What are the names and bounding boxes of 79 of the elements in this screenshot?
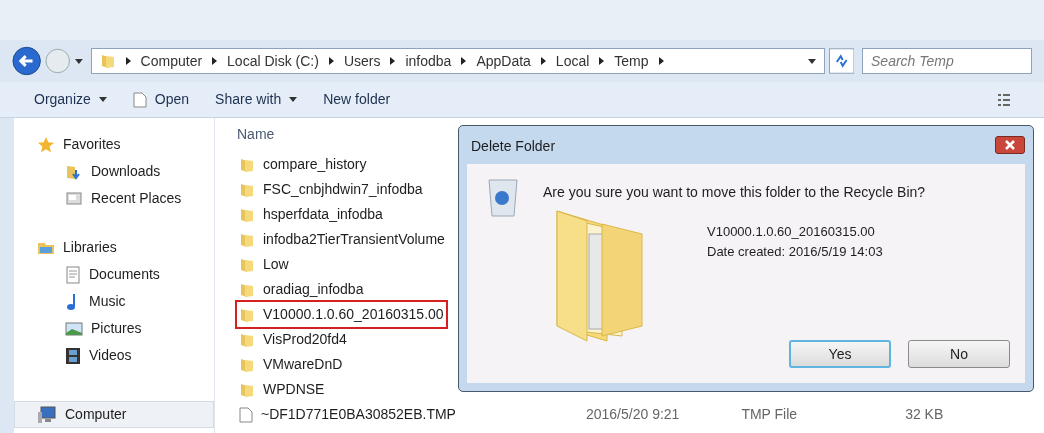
file-row[interactable]: VMwareDnD [237,352,345,377]
file-row[interactable]: WPDNSE [237,377,327,402]
computer-icon [37,405,57,424]
type-cell-text: TMP File [741,405,798,424]
folder-icon [239,206,255,223]
dialog-button[interactable]: Yes [789,340,891,368]
back-arrow-button[interactable] [12,46,42,76]
date-created: Date created: 2016/5/19 14:03 [707,242,883,261]
sidebar-item[interactable]: Libraries [14,234,214,261]
chevron-icon [461,57,467,65]
recent-places-icon [65,189,83,208]
caret-icon [98,97,107,102]
refresh-icon[interactable] [828,48,854,74]
folder-icon [239,181,255,198]
chevron-icon [658,57,664,65]
caret-icon [74,58,83,64]
folder-icon [239,331,255,348]
breadcrumb-item[interactable]: Computer [140,50,203,72]
document-icon [65,265,81,284]
close-button[interactable] [995,136,1025,154]
dialog-button[interactable]: No [908,340,1010,368]
size-cell-text: 32 KB [905,405,944,424]
confirmation-question: Are you sure you want to move this folder to the Recycle Bin? [543,183,926,202]
chevron-icon [599,57,605,65]
recycle-bin-icon [487,176,519,218]
picture-icon [65,320,83,337]
toolbar-button[interactable]: Organize [34,89,107,110]
address-bar[interactable]: Computer Local Disk (C:) Users infodba AppData Local Temp [90,48,825,74]
sidebar-item[interactable]: Recent Places [14,185,214,212]
toolbar-button[interactable]: Open [132,89,190,110]
star-icon [37,135,55,154]
file-row[interactable]: hsperfdata_infodba [237,202,385,227]
folder-icon [239,281,255,298]
toolbar-button[interactable]: New folder [323,89,391,110]
chevron-icon [125,57,131,65]
breadcrumb-item[interactable]: Temp [614,50,649,72]
chevron-icon [540,57,546,65]
sidebar-item[interactable]: Music [14,288,214,315]
close-icon [1005,140,1015,150]
folder-icon [239,256,255,273]
breadcrumb-item[interactable]: AppData [476,50,531,72]
breadcrumb-item[interactable]: Local [555,50,590,72]
file-icon [239,406,253,423]
sidebar-item[interactable]: Documents [14,261,214,288]
file-row[interactable]: V10000.1.0.60_20160315.00 [237,302,446,327]
sidebar-item[interactable]: Computer [14,401,214,428]
folder-icon [239,356,255,373]
breadcrumb-item[interactable]: Local Disk (C:) [227,50,319,72]
file-row[interactable]: VisProd20fd4 [237,327,349,352]
file-row[interactable]: Low [237,252,291,277]
folder-icon [99,53,116,69]
file-row[interactable]: ~DF1D771E0BA30852EB.TMP 2016/5/20 9:21 TMP File 32 KB [237,402,946,427]
folder-icon [239,156,255,173]
file-row[interactable]: FSC_cnbjhdwin7_infodba [237,177,425,202]
sidebar-item[interactable]: Pictures [14,315,214,342]
toolbar-button[interactable]: Share with [215,89,298,110]
caret-icon [289,97,298,102]
chevron-icon [328,57,334,65]
sidebar-item[interactable]: Favorites [14,131,214,158]
search-field[interactable]: Search Temp [862,48,1032,74]
folder-icon [239,231,255,248]
dialog-title: Delete Folder [471,136,556,156]
sidebar-item[interactable]: Videos [14,342,214,369]
breadcrumb-item[interactable]: Users [343,50,381,72]
view-options-icon[interactable] [998,92,1010,107]
sidebar-item[interactable]: Downloads [14,158,214,185]
breadcrumb-item[interactable]: infodba [405,50,452,72]
folder-name: V10000.1.0.60_20160315.00 [707,223,876,241]
chevron-icon [390,57,396,65]
date-cell-text: 2016/5/20 9:21 [585,405,680,424]
chevron-icon [212,57,218,65]
caret-icon [807,58,816,64]
folder-icon [239,306,255,323]
file-row[interactable]: oradiag_infodba [237,277,366,302]
file-icon [132,91,147,108]
folder-icon [239,381,255,398]
file-row[interactable]: compare_history [237,152,369,177]
file-row[interactable]: infodba2TierTransientVolume [237,227,447,252]
film-icon [65,346,81,365]
